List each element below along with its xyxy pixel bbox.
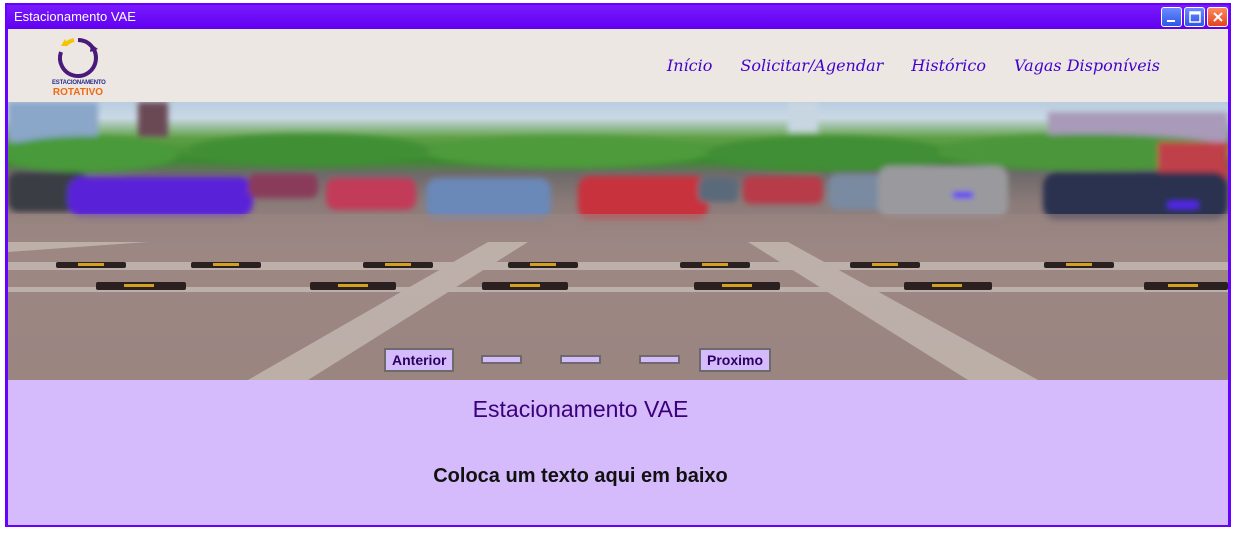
- logo[interactable]: ESTACIONAMENTO ROTATIVO: [52, 34, 106, 98]
- carousel-prev-button[interactable]: Anterior: [384, 348, 455, 372]
- close-button[interactable]: [1207, 7, 1228, 27]
- nav-item-vagas-disponiveis[interactable]: Vagas Disponíveis: [1014, 56, 1160, 75]
- carousel-indicator-3[interactable]: [639, 355, 680, 364]
- window-title: Estacionamento VAE: [14, 9, 136, 24]
- top-navbar: ESTACIONAMENTO ROTATIVO Início Solicitar…: [8, 29, 1228, 102]
- content-text: Coloca um texto aqui em baixo: [433, 465, 728, 487]
- carousel-indicator-2[interactable]: [560, 355, 601, 364]
- content-heading: Estacionamento VAE: [472, 396, 689, 422]
- carousel-next-button[interactable]: Proximo: [699, 348, 772, 372]
- maximize-icon: [1188, 11, 1201, 23]
- logo-text-bottom: ROTATIVO: [52, 87, 104, 98]
- carousel-indicator-1[interactable]: [481, 355, 522, 364]
- minimize-button[interactable]: [1161, 7, 1182, 27]
- logo-text-top: ESTACIONAMENTO: [52, 80, 106, 86]
- nav-item-inicio[interactable]: Início: [667, 56, 712, 75]
- app-content: ESTACIONAMENTO ROTATIVO Início Solicitar…: [8, 29, 1228, 525]
- close-icon: [1212, 12, 1223, 22]
- nav-menu: Início Solicitar/Agendar Histórico Vagas…: [667, 56, 1160, 75]
- app-window: Estacionamento VAE ESTACIONAMENTO ROTATI…: [5, 3, 1231, 527]
- nav-item-historico[interactable]: Histórico: [911, 56, 986, 75]
- window-controls: [1161, 7, 1228, 27]
- minimize-icon: [1167, 19, 1175, 22]
- maximize-button[interactable]: [1184, 7, 1205, 27]
- parking-lot-image: [8, 102, 1228, 380]
- title-bar[interactable]: Estacionamento VAE: [7, 5, 1229, 29]
- rotating-arrows-icon: [57, 38, 98, 78]
- hero-carousel: Anterior Proximo: [8, 102, 1228, 380]
- nav-item-solicitar-agendar[interactable]: Solicitar/Agendar: [740, 56, 883, 75]
